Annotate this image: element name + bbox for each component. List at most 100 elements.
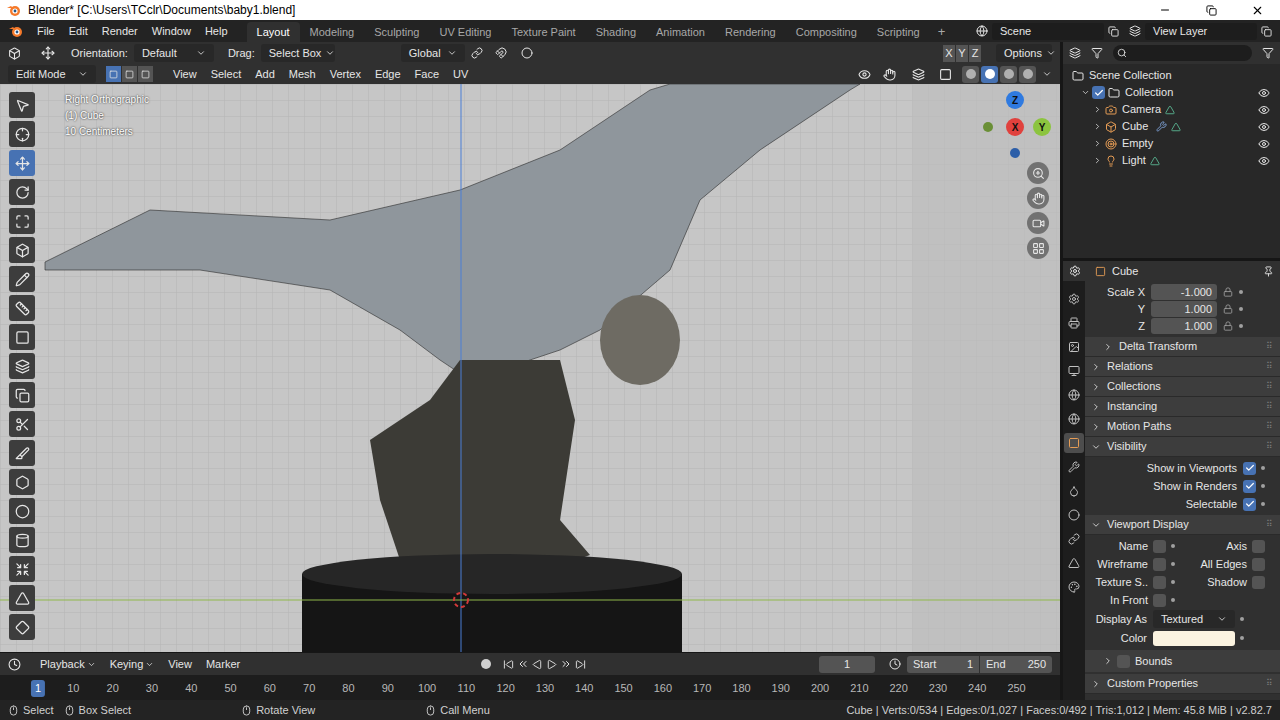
mode-dropdown[interactable]: Edit Mode bbox=[8, 65, 96, 83]
jump-start-icon[interactable] bbox=[503, 659, 514, 670]
drag-dropdown[interactable]: Select Box bbox=[261, 44, 335, 62]
gizmo-y-axis[interactable]: Y bbox=[1033, 118, 1051, 136]
overlay-toggle-icon[interactable] bbox=[912, 68, 925, 81]
end-frame-field[interactable]: End250 bbox=[980, 656, 1052, 673]
tool-button[interactable] bbox=[9, 353, 35, 379]
checkbox[interactable] bbox=[1252, 540, 1265, 553]
visibility-eye-icon[interactable] bbox=[1258, 87, 1270, 99]
checkbox[interactable] bbox=[1092, 86, 1105, 99]
workspace-tab[interactable]: Modeling bbox=[300, 22, 365, 42]
play-reverse-icon[interactable] bbox=[532, 659, 543, 670]
checkbox[interactable] bbox=[1243, 498, 1256, 511]
pin-icon[interactable] bbox=[1263, 266, 1274, 277]
tool-button[interactable] bbox=[9, 150, 35, 176]
panel-header[interactable]: Motion Paths⠿ bbox=[1085, 417, 1280, 437]
workspace-tab[interactable]: Texture Paint bbox=[501, 22, 585, 42]
add-workspace-button[interactable]: + bbox=[930, 22, 954, 42]
orientation-dropdown[interactable]: Default bbox=[134, 44, 214, 62]
ruler-tick[interactable]: 1 bbox=[31, 680, 45, 697]
record-button[interactable] bbox=[481, 659, 491, 669]
timeline-menu-item[interactable]: Keying bbox=[103, 656, 162, 673]
tool-button[interactable] bbox=[9, 411, 35, 437]
expand-icon[interactable] bbox=[1093, 105, 1102, 114]
keyframe-dot[interactable] bbox=[1239, 324, 1243, 328]
keyframe-dot[interactable] bbox=[1240, 617, 1244, 621]
view-layer-field[interactable]: View Layer bbox=[1145, 23, 1257, 40]
gizmo-neg-y-dot[interactable] bbox=[983, 122, 993, 132]
checkbox[interactable] bbox=[1153, 594, 1166, 607]
blender-logo-icon[interactable] bbox=[8, 24, 24, 38]
visibility-eye-icon[interactable] bbox=[1258, 104, 1270, 116]
tool-button[interactable] bbox=[9, 295, 35, 321]
tool-button[interactable] bbox=[9, 324, 35, 350]
keyframe-dot[interactable] bbox=[1239, 307, 1243, 311]
start-frame-field[interactable]: Start1 bbox=[907, 656, 979, 673]
editor-type-icon[interactable] bbox=[8, 47, 21, 60]
properties-tab[interactable] bbox=[1064, 385, 1084, 405]
timeline-menu-item[interactable]: View bbox=[161, 656, 199, 673]
properties-tab[interactable] bbox=[1064, 505, 1084, 525]
keyframe-dot[interactable] bbox=[1171, 544, 1175, 548]
bounds-subpanel-header[interactable]: Bounds bbox=[1085, 650, 1280, 672]
filter-icon[interactable] bbox=[1262, 47, 1274, 59]
properties-tab[interactable] bbox=[1064, 313, 1084, 333]
expand-icon[interactable] bbox=[1093, 156, 1102, 165]
tool-button[interactable] bbox=[9, 92, 35, 118]
nav-button[interactable] bbox=[1027, 237, 1049, 259]
panel-header[interactable]: Delta Transform⠿ bbox=[1085, 337, 1280, 357]
properties-tab[interactable] bbox=[1064, 433, 1084, 453]
keyframe-dot[interactable] bbox=[1171, 580, 1175, 584]
nav-button[interactable] bbox=[1027, 187, 1049, 209]
viewport-menu-item[interactable]: Select bbox=[204, 66, 249, 83]
mirror-axis-button[interactable]: Y bbox=[956, 45, 969, 62]
proportional-edit-icon[interactable] bbox=[521, 47, 533, 59]
drag-handle[interactable]: ⠿ bbox=[1266, 518, 1272, 532]
properties-tab[interactable] bbox=[1064, 361, 1084, 381]
restore-button[interactable] bbox=[1188, 5, 1234, 16]
visibility-eye-icon[interactable] bbox=[1258, 121, 1270, 133]
gizmo-neg-z-dot[interactable] bbox=[1010, 148, 1020, 158]
keyframe-dot[interactable] bbox=[1240, 636, 1244, 640]
tool-button[interactable] bbox=[9, 266, 35, 292]
workspace-tab[interactable]: Layout bbox=[247, 22, 300, 42]
new-view-layer-icon[interactable] bbox=[1261, 26, 1272, 37]
keyframe-dot[interactable] bbox=[1261, 502, 1265, 506]
menu-item[interactable]: Help bbox=[198, 23, 235, 40]
next-keyframe-icon[interactable] bbox=[560, 658, 572, 670]
keyframe-dot[interactable] bbox=[1171, 562, 1175, 566]
xray-toggle-icon[interactable] bbox=[939, 68, 952, 81]
outliner-row[interactable]: Light bbox=[1093, 152, 1274, 169]
viewport-menu-item[interactable]: UV bbox=[446, 66, 475, 83]
panel-header[interactable]: Viewport Display⠿ bbox=[1085, 515, 1280, 535]
menu-item[interactable]: Edit bbox=[62, 23, 95, 40]
properties-editor-icon[interactable] bbox=[1069, 265, 1081, 277]
gizmo-z-axis[interactable]: Z bbox=[1006, 91, 1024, 109]
preview-range-icon[interactable] bbox=[889, 658, 901, 670]
visibility-eye-icon[interactable] bbox=[1258, 155, 1270, 167]
checkbox[interactable] bbox=[1243, 462, 1256, 475]
nav-button[interactable] bbox=[1027, 162, 1049, 184]
properties-tab[interactable] bbox=[1064, 409, 1084, 429]
shading-mode-button[interactable] bbox=[1019, 66, 1036, 83]
visibility-icon[interactable] bbox=[858, 68, 871, 81]
properties-tab[interactable] bbox=[1064, 457, 1084, 477]
active-tool-icon[interactable] bbox=[41, 46, 55, 60]
panel-header[interactable]: Instancing⠿ bbox=[1085, 397, 1280, 417]
viewport-menu-item[interactable]: View bbox=[166, 66, 204, 83]
close-button[interactable] bbox=[1234, 4, 1280, 17]
checkbox[interactable] bbox=[1153, 558, 1166, 571]
keyframe-dot[interactable] bbox=[1239, 290, 1243, 294]
jump-end-icon[interactable] bbox=[575, 659, 586, 670]
viewport-menu-item[interactable]: Vertex bbox=[323, 66, 368, 83]
panel-header[interactable]: Visibility⠿ bbox=[1085, 437, 1280, 457]
expand-icon[interactable] bbox=[1081, 88, 1090, 97]
mirror-axis-button[interactable]: Z bbox=[969, 45, 982, 62]
checkbox[interactable] bbox=[1252, 558, 1265, 571]
checkbox[interactable] bbox=[1117, 655, 1130, 668]
drag-handle[interactable]: ⠿ bbox=[1266, 400, 1272, 414]
workspace-tab[interactable]: Shading bbox=[586, 22, 646, 42]
panel-header[interactable]: Custom Properties⠿ bbox=[1085, 674, 1280, 694]
tool-button[interactable] bbox=[9, 208, 35, 234]
play-icon[interactable] bbox=[546, 659, 557, 670]
drag-handle[interactable]: ⠿ bbox=[1266, 420, 1272, 434]
